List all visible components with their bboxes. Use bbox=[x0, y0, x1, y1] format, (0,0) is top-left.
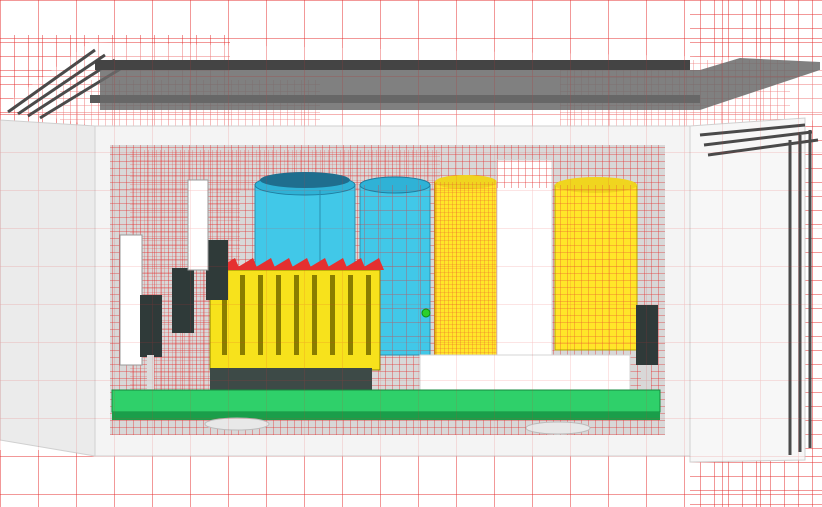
foreground-mesh bbox=[0, 0, 822, 507]
cfd-mesh-viewport[interactable] bbox=[0, 0, 822, 507]
